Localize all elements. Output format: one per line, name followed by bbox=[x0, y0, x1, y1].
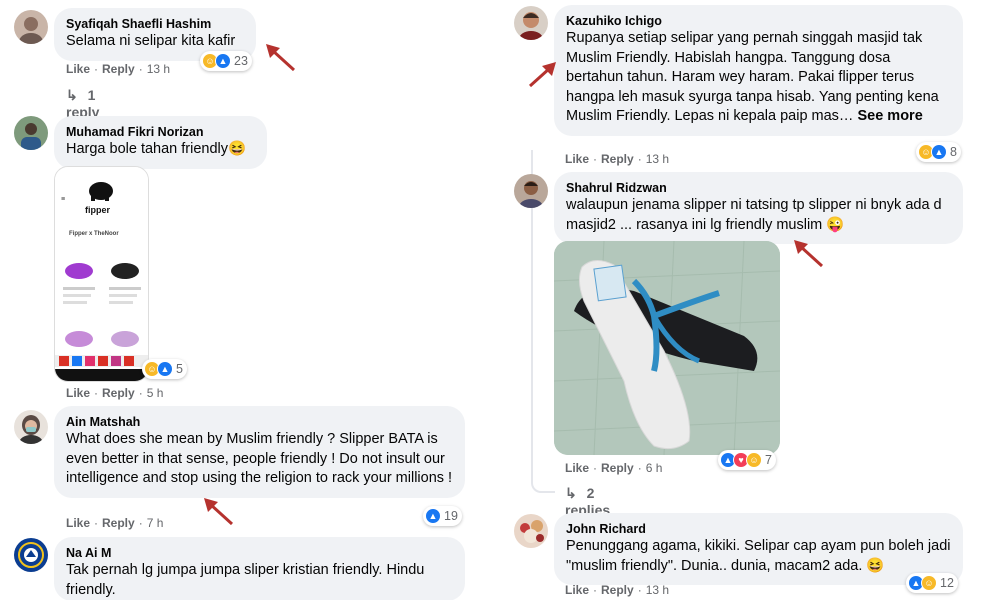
comment-author[interactable]: Kazuhiko Ichigo bbox=[566, 13, 951, 29]
avatar[interactable] bbox=[14, 410, 48, 444]
comment-author[interactable]: Syafiqah Shaefli Hashim bbox=[66, 16, 244, 32]
comment-text: Tak pernah lg jumpa jumpa sliper kristia… bbox=[66, 562, 425, 598]
annotation-arrow-icon bbox=[204, 498, 234, 526]
avatar[interactable] bbox=[14, 10, 48, 44]
app-title: Fipper x TheNoor bbox=[69, 231, 119, 237]
comment-text: What does she mean by Muslim friendly ? … bbox=[66, 431, 453, 486]
like-button[interactable]: Like bbox=[66, 386, 90, 400]
comment-text: Penunggang agama, kikiki. Selipar cap ay… bbox=[566, 538, 951, 574]
timestamp[interactable]: 6 h bbox=[646, 461, 663, 475]
timestamp[interactable]: 13 h bbox=[646, 152, 669, 166]
svg-text:≡: ≡ bbox=[61, 196, 65, 203]
annotation-arrow-icon bbox=[794, 240, 824, 268]
avatar[interactable] bbox=[514, 514, 548, 548]
comment-author[interactable]: Ain Matshah bbox=[66, 414, 453, 430]
avatar[interactable] bbox=[14, 538, 48, 572]
reaction-summary[interactable]: ☺ ▲ 5 bbox=[142, 359, 187, 379]
reaction-summary[interactable]: ▲ ☺ 12 bbox=[906, 573, 958, 593]
reaction-summary[interactable]: ▲ 19 bbox=[423, 506, 462, 526]
timestamp[interactable]: 7 h bbox=[147, 516, 164, 530]
like-button[interactable]: Like bbox=[66, 62, 90, 76]
comment-actions: Like · Reply · 6 h bbox=[565, 461, 663, 475]
timestamp[interactable]: 13 h bbox=[147, 62, 170, 76]
reply-button[interactable]: Reply bbox=[601, 583, 634, 597]
screenshot-attachment[interactable]: ≡ fipper Fipper x TheNoor bbox=[54, 166, 149, 382]
comment-bubble: Na Ai M Tak pernah lg jumpa jumpa sliper… bbox=[54, 537, 465, 600]
comment-bubble: John Richard Penunggang agama, kikiki. S… bbox=[554, 513, 963, 585]
reaction-count: 5 bbox=[176, 362, 183, 376]
comment-text: walaupun jenama slipper ni tatsing tp sl… bbox=[566, 197, 942, 233]
comment-author[interactable]: John Richard bbox=[566, 521, 951, 537]
reply-button[interactable]: Reply bbox=[102, 62, 135, 76]
avatar[interactable] bbox=[514, 6, 548, 40]
like-button[interactable]: Like bbox=[66, 516, 90, 530]
comment-bubble: Shahrul Ridzwan walaupun jenama slipper … bbox=[554, 172, 963, 244]
reply-button[interactable]: Reply bbox=[601, 461, 634, 475]
reaction-summary[interactable]: ☺ ▲ 23 bbox=[200, 51, 252, 71]
comment-text: Rupanya setiap selipar yang pernah singg… bbox=[566, 29, 951, 127]
comment-actions: Like · Reply · 13 h bbox=[565, 152, 670, 166]
like-button[interactable]: Like bbox=[565, 461, 589, 475]
comment-actions: Like · Reply · 5 h bbox=[66, 386, 164, 400]
reaction-count: 23 bbox=[234, 54, 248, 68]
timestamp[interactable]: 5 h bbox=[147, 386, 164, 400]
haha-reaction-icon: ☺ bbox=[921, 575, 937, 591]
comment-author[interactable]: Muhamad Fikri Norizan bbox=[66, 124, 255, 140]
like-reaction-icon: ▲ bbox=[931, 144, 947, 160]
reply-button[interactable]: Reply bbox=[601, 152, 634, 166]
reply-arrow-icon: ↳ bbox=[565, 485, 577, 501]
like-button[interactable]: Like bbox=[565, 152, 589, 166]
comment-author[interactable]: Shahrul Ridzwan bbox=[566, 180, 951, 196]
reaction-summary[interactable]: ▲ ♥ ☺ 7 bbox=[718, 450, 776, 470]
avatar[interactable] bbox=[14, 116, 48, 150]
comment-text: Selama ni selipar kita kafir bbox=[66, 33, 236, 49]
reaction-count: 7 bbox=[765, 453, 772, 467]
comment-bubble: Kazuhiko Ichigo Rupanya setiap selipar y… bbox=[554, 5, 963, 136]
like-reaction-icon: ▲ bbox=[157, 361, 173, 377]
reply-arrow-icon: ↳ bbox=[66, 87, 78, 103]
haha-reaction-icon: ☺ bbox=[746, 452, 762, 468]
comment-author[interactable]: Na Ai M bbox=[66, 545, 453, 561]
like-reaction-icon: ▲ bbox=[215, 53, 231, 69]
comment-actions: Like · Reply · 13 h bbox=[565, 583, 670, 597]
photo-attachment[interactable] bbox=[554, 241, 780, 455]
timestamp[interactable]: 13 h bbox=[646, 583, 669, 597]
comment-text: Harga bole tahan friendly😆 bbox=[66, 141, 247, 157]
like-reaction-icon: ▲ bbox=[425, 508, 441, 524]
reaction-count: 8 bbox=[950, 145, 957, 159]
reply-button[interactable]: Reply bbox=[102, 386, 135, 400]
reply-button[interactable]: Reply bbox=[102, 516, 135, 530]
reaction-summary[interactable]: ☺ ▲ 8 bbox=[916, 142, 961, 162]
like-button[interactable]: Like bbox=[565, 583, 589, 597]
reaction-count: 19 bbox=[444, 509, 458, 523]
comment-bubble: Muhamad Fikri Norizan Harga bole tahan f… bbox=[54, 116, 267, 169]
comment-actions: Like · Reply · 13 h bbox=[66, 62, 171, 76]
comment-bubble: Ain Matshah What does she mean by Muslim… bbox=[54, 406, 465, 498]
reaction-count: 12 bbox=[940, 576, 954, 590]
app-brand: fipper bbox=[85, 205, 110, 215]
comment-actions: Like · Reply · 7 h bbox=[66, 516, 164, 530]
annotation-arrow-icon bbox=[528, 62, 556, 88]
annotation-arrow-icon bbox=[266, 44, 296, 72]
avatar[interactable] bbox=[514, 174, 548, 208]
see-more-link[interactable]: See more bbox=[857, 108, 922, 124]
